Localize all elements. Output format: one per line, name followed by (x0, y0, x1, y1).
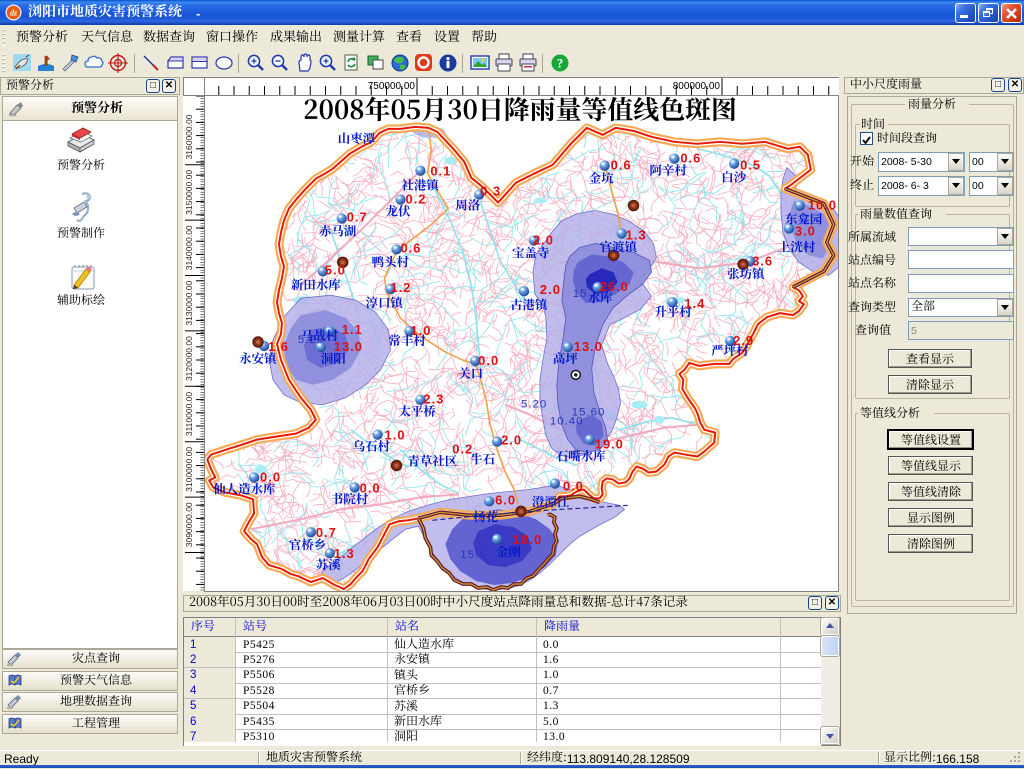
svg-text:5.0: 5.0 (325, 262, 346, 277)
svg-text:5.20: 5.20 (298, 334, 324, 346)
svg-text:2.0: 2.0 (533, 232, 554, 247)
svg-text:0.2: 0.2 (452, 442, 473, 457)
svg-text:2.3: 2.3 (423, 392, 444, 407)
svg-text:3.0: 3.0 (795, 223, 816, 238)
svg-text:10.0: 10.0 (808, 198, 837, 213)
svg-text:26.0: 26.0 (600, 279, 629, 294)
svg-text:3150000.00: 3150000.00 (184, 170, 194, 215)
svg-text:2.0: 2.0 (501, 433, 522, 448)
svg-text:1.0: 1.0 (410, 323, 431, 338)
svg-text:0.7: 0.7 (347, 209, 368, 224)
svg-text:15.6: 15.6 (460, 549, 486, 561)
svg-text:3120000.00: 3120000.00 (184, 336, 194, 381)
svg-text:3090000.00: 3090000.00 (184, 502, 194, 547)
svg-text:1.6: 1.6 (268, 339, 289, 354)
svg-text:0.0: 0.0 (563, 478, 584, 493)
svg-text:1.3: 1.3 (626, 227, 647, 242)
svg-text:800000.00: 800000.00 (673, 81, 721, 92)
svg-text:3110000.00: 3110000.00 (184, 392, 194, 437)
svg-text:0.0: 0.0 (260, 469, 281, 484)
svg-text:0.0: 0.0 (360, 480, 381, 495)
svg-text:0.6: 0.6 (680, 151, 701, 166)
svg-text:15: 15 (573, 288, 588, 300)
svg-text:5.20: 5.20 (521, 399, 547, 411)
svg-text:0.7: 0.7 (316, 525, 337, 540)
svg-text:3.6: 3.6 (752, 253, 773, 268)
svg-text:2.9: 2.9 (733, 333, 754, 348)
svg-text:18.0: 18.0 (513, 532, 542, 547)
svg-text:13.0: 13.0 (574, 339, 603, 354)
svg-text:3160000.00: 3160000.00 (184, 114, 194, 159)
svg-text:0.2: 0.2 (405, 192, 426, 207)
svg-text:1.2: 1.2 (391, 280, 412, 295)
svg-text:15.60: 15.60 (572, 407, 606, 419)
svg-text:3140000.00: 3140000.00 (184, 225, 194, 270)
svg-text:2.0: 2.0 (540, 282, 561, 297)
svg-text:0.0: 0.0 (478, 353, 499, 368)
svg-text:3130000.00: 3130000.00 (184, 280, 194, 325)
svg-text:13.0: 13.0 (334, 339, 363, 354)
svg-text:?: ? (557, 56, 564, 71)
svg-text:0.1: 0.1 (430, 164, 451, 179)
svg-text:dz: dz (10, 9, 18, 18)
svg-text:750000.00: 750000.00 (368, 81, 416, 92)
svg-text:1.1: 1.1 (342, 322, 363, 337)
svg-text:19.0: 19.0 (595, 437, 624, 452)
svg-text:1.3: 1.3 (334, 546, 355, 561)
svg-text:0.6: 0.6 (611, 158, 632, 173)
svg-text:0.3: 0.3 (480, 184, 501, 199)
svg-text:1.0: 1.0 (385, 428, 406, 443)
svg-text:0.6: 0.6 (400, 240, 421, 255)
svg-text:3100000.00: 3100000.00 (184, 447, 194, 492)
svg-text:0.5: 0.5 (740, 158, 761, 173)
svg-text:1.4: 1.4 (684, 296, 705, 311)
svg-text:6.0: 6.0 (495, 492, 516, 507)
